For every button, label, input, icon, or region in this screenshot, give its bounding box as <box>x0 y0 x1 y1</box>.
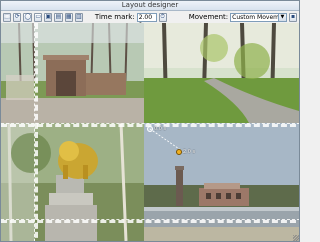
layers-icon[interactable]: ▥ <box>74 12 83 22</box>
grid-line-vertical[interactable] <box>34 23 38 241</box>
photo-lake[interactable] <box>144 123 299 241</box>
resize-grip[interactable] <box>293 235 299 241</box>
path-point-start-label: 0.0 s <box>154 126 167 132</box>
layout-canvas[interactable]: 0.0 s 2.0 s <box>1 23 299 241</box>
chevron-down-icon[interactable]: ▼ <box>277 13 286 21</box>
layout-designer-window: Layout designer ⬚ ⟳ ◯ ▭ ▣ ▤ ▦ ▥ Time mar… <box>0 0 300 242</box>
select-icon[interactable]: ⬚ <box>3 12 12 22</box>
frame-icon[interactable]: ▤ <box>54 12 63 22</box>
photo-statue[interactable] <box>1 123 144 241</box>
time-mark-input[interactable]: 2.00 s <box>136 12 157 28</box>
movement-label: Movement: <box>188 13 229 21</box>
movement-select[interactable]: Custom Movement Path ▼ <box>230 12 287 22</box>
movement-value: Custom Movement Path <box>232 13 278 21</box>
rotate-icon[interactable]: ⟳ <box>13 12 22 22</box>
time-mark-label: Time mark: <box>94 13 135 21</box>
pick-time-icon[interactable]: ⏱ <box>158 12 167 22</box>
layout-icon[interactable]: ▭ <box>34 12 43 22</box>
cycle-icon[interactable]: ◯ <box>23 12 33 22</box>
grid-icon[interactable]: ▦ <box>64 12 73 22</box>
grid-line-horizontal-lower[interactable] <box>1 219 299 223</box>
image-icon[interactable]: ▣ <box>44 12 53 22</box>
photo-park[interactable] <box>144 23 299 123</box>
path-point-end-marker[interactable] <box>176 149 182 155</box>
path-point-start-marker[interactable] <box>147 126 153 132</box>
save-icon[interactable]: ▪ <box>288 12 298 22</box>
window-title: Layout designer <box>1 1 299 11</box>
path-point-end-label: 2.0 s <box>183 149 196 155</box>
photo-gate[interactable] <box>1 23 144 123</box>
